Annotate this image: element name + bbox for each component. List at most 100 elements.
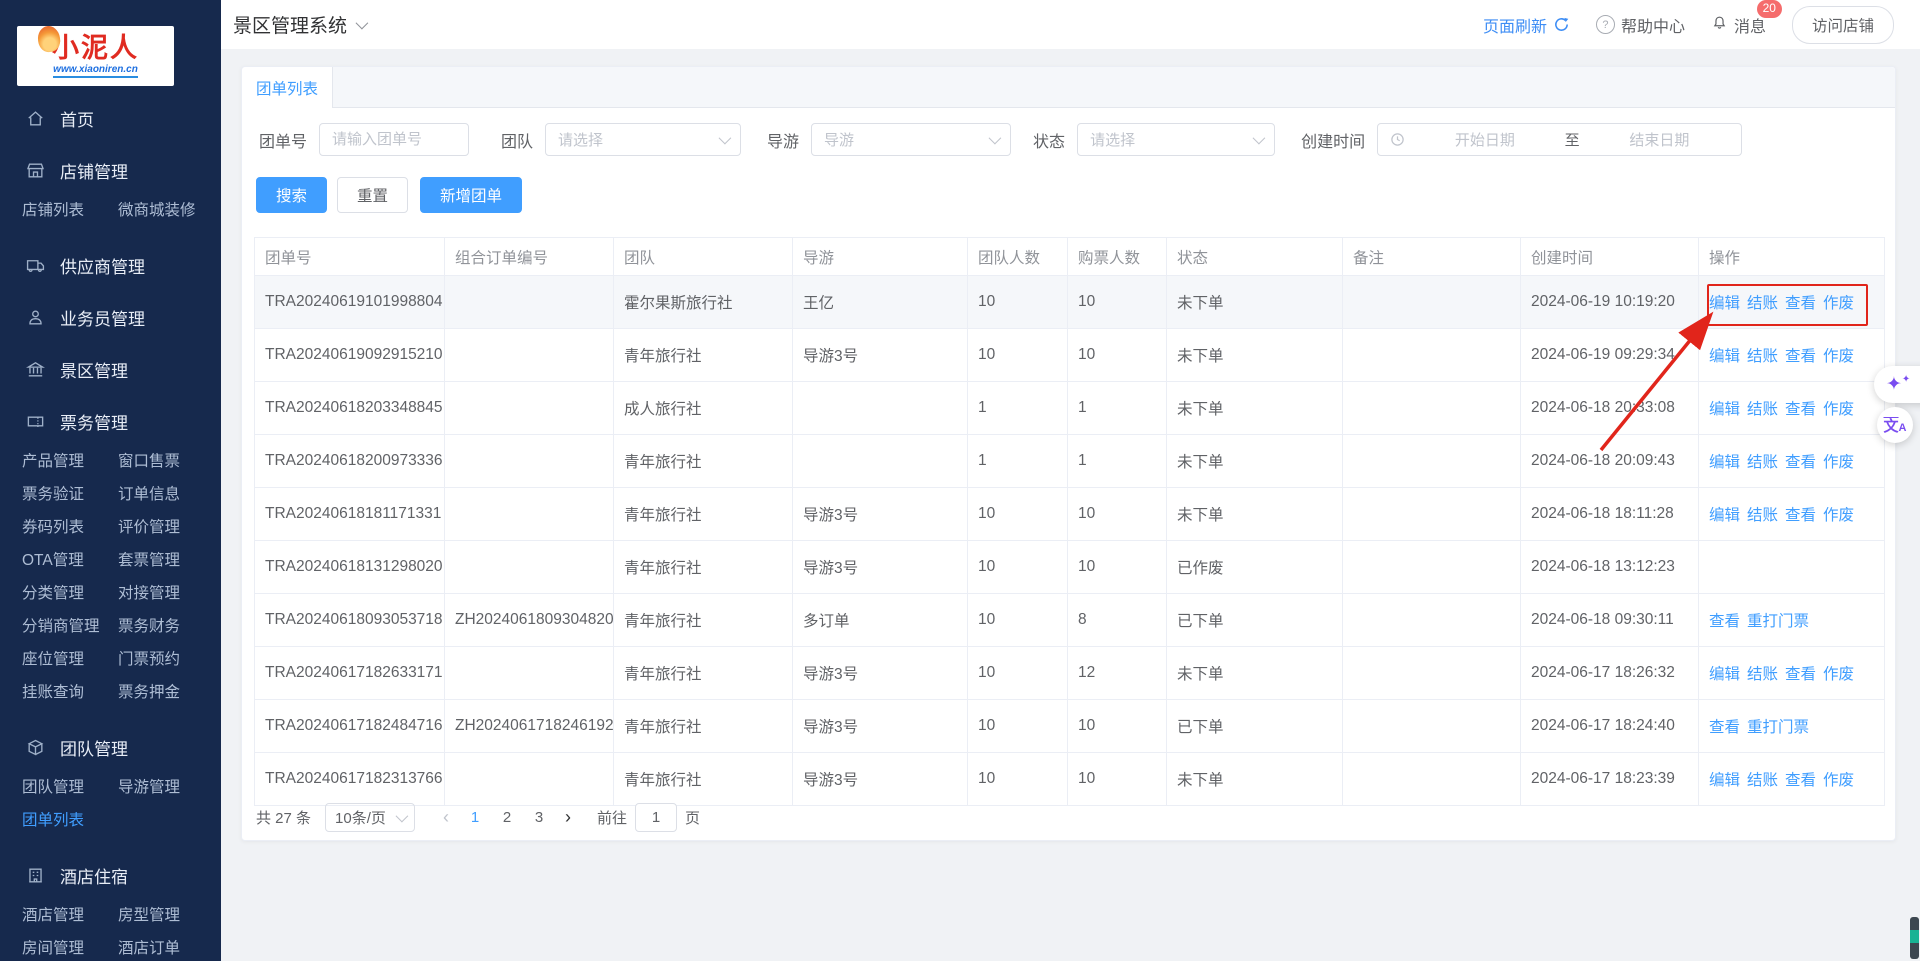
action-void[interactable]: 作废 [1823, 503, 1854, 525]
sidebar-item[interactable]: 票务验证 [22, 482, 118, 504]
action-settle[interactable]: 结账 [1747, 344, 1778, 366]
sidebar-item[interactable]: 店铺列表 [22, 198, 118, 220]
reset-button[interactable]: 重置 [337, 177, 408, 213]
page-number-1[interactable]: 1 [459, 805, 491, 830]
action-edit[interactable]: 编辑 [1709, 291, 1740, 313]
refresh-button[interactable]: 页面刷新 [1483, 13, 1570, 37]
sidebar-item[interactable]: 微商城装修 [118, 198, 221, 220]
action-void[interactable]: 作废 [1823, 450, 1854, 472]
sidebar-item[interactable]: 门票预约 [118, 647, 221, 669]
cell-remark [1343, 276, 1521, 328]
sidebar-nav: 首页店铺管理店铺列表微商城装修供应商管理业务员管理景区管理票务管理产品管理窗口售… [0, 94, 221, 961]
sidebar-item[interactable]: 产品管理 [22, 449, 118, 471]
cell-status: 已作废 [1167, 541, 1343, 593]
action-settle[interactable]: 结账 [1747, 662, 1778, 684]
action-edit[interactable]: 编辑 [1709, 397, 1740, 419]
sidebar-item[interactable]: 房型管理 [118, 903, 221, 925]
page-number-2[interactable]: 2 [491, 805, 523, 830]
next-page-button[interactable]: › [555, 807, 581, 828]
action-void[interactable]: 作废 [1823, 397, 1854, 419]
sidebar-item[interactable]: 订单信息 [118, 482, 221, 504]
sidebar-section-ticket[interactable]: 票务管理 [26, 409, 221, 433]
action-view[interactable]: 查看 [1785, 768, 1816, 790]
sidebar-section-truck[interactable]: 供应商管理 [26, 253, 221, 277]
action-view[interactable]: 查看 [1785, 503, 1816, 525]
translate-button[interactable]: 文A [1877, 407, 1913, 443]
team-select[interactable]: 请选择 [545, 123, 741, 156]
sidebar-item[interactable]: 窗口售票 [118, 449, 221, 471]
status-select[interactable]: 请选择 [1077, 123, 1275, 156]
action-edit[interactable]: 编辑 [1709, 662, 1740, 684]
created-time-range-picker[interactable]: 开始日期 至 结束日期 [1377, 123, 1742, 156]
sidebar-item[interactable]: 房间管理 [22, 936, 118, 958]
action-settle[interactable]: 结账 [1747, 397, 1778, 419]
sidebar-item[interactable]: 分销商管理 [22, 614, 118, 636]
goto-page-input[interactable] [635, 803, 677, 832]
sidebar-item[interactable]: 酒店管理 [22, 903, 118, 925]
sidebar-section-hotel[interactable]: 酒店住宿 [26, 863, 221, 887]
action-view[interactable]: 查看 [1785, 450, 1816, 472]
action-edit[interactable]: 编辑 [1709, 768, 1740, 790]
sidebar-item[interactable]: 券码列表 [22, 515, 118, 537]
action-view[interactable]: 查看 [1785, 662, 1816, 684]
action-void[interactable]: 作废 [1823, 662, 1854, 684]
sidebar-item[interactable]: 分类管理 [22, 581, 118, 603]
action-settle[interactable]: 结账 [1747, 450, 1778, 472]
sidebar-section-user[interactable]: 业务员管理 [26, 305, 221, 329]
status-label: 状态 [1033, 128, 1065, 152]
help-center-button[interactable]: ? 帮助中心 [1596, 13, 1685, 37]
cell-remark [1343, 435, 1521, 487]
add-group-order-button[interactable]: 新增团单 [420, 177, 522, 213]
sidebar-item[interactable]: 套票管理 [118, 548, 221, 570]
scrollbar-thumb[interactable] [1910, 917, 1919, 959]
sidebar-item[interactable]: 座位管理 [22, 647, 118, 669]
sidebar-item[interactable]: 挂账查询 [22, 680, 118, 702]
cell-team-size: 10 [968, 276, 1068, 328]
action-edit[interactable]: 编辑 [1709, 503, 1740, 525]
action-void[interactable]: 作废 [1823, 291, 1854, 313]
cell-guide: 多订单 [793, 594, 968, 646]
sidebar-item[interactable]: OTA管理 [22, 548, 118, 570]
action-view[interactable]: 查看 [1709, 609, 1740, 631]
prev-page-button[interactable]: ‹ [433, 807, 459, 828]
action-reprint-ticket[interactable]: 重打门票 [1747, 609, 1809, 631]
action-settle[interactable]: 结账 [1747, 503, 1778, 525]
search-button[interactable]: 搜索 [256, 177, 327, 213]
action-view[interactable]: 查看 [1785, 291, 1816, 313]
guide-select[interactable]: 导游 [811, 123, 1011, 156]
cell-created-at: 2024-06-18 18:11:28 [1521, 488, 1699, 540]
sidebar-item[interactable]: 导游管理 [118, 775, 221, 797]
action-view[interactable]: 查看 [1785, 397, 1816, 419]
action-view[interactable]: 查看 [1709, 715, 1740, 737]
sidebar-section-shop[interactable]: 店铺管理 [26, 158, 221, 182]
sidebar-item[interactable]: 票务押金 [118, 680, 221, 702]
logo[interactable]: 小泥人 www.xiaoniren.cn [17, 26, 174, 86]
action-void[interactable]: 作废 [1823, 344, 1854, 366]
action-edit[interactable]: 编辑 [1709, 344, 1740, 366]
sidebar-item[interactable]: 团单列表 [22, 808, 118, 830]
truck-icon [26, 256, 45, 275]
sidebar-section-bank[interactable]: 景区管理 [26, 357, 221, 381]
sidebar-section-home[interactable]: 首页 [26, 106, 221, 130]
sidebar-item[interactable]: 评价管理 [118, 515, 221, 537]
ai-assistant-button[interactable]: ✦✦ [1874, 366, 1920, 403]
action-settle[interactable]: 结账 [1747, 291, 1778, 313]
page-size-select[interactable]: 10条/页 [325, 803, 415, 832]
page-number-3[interactable]: 3 [523, 805, 555, 830]
sidebar-section-box[interactable]: 团队管理 [26, 735, 221, 759]
messages-button[interactable]: 消息 20 [1711, 13, 1766, 37]
sidebar-item[interactable]: 酒店订单 [118, 936, 221, 958]
action-view[interactable]: 查看 [1785, 344, 1816, 366]
order-no-input[interactable] [319, 123, 469, 156]
cell-ticket-count: 10 [1068, 488, 1167, 540]
tab-group-order-list[interactable]: 团单列表 [242, 67, 333, 108]
action-void[interactable]: 作废 [1823, 768, 1854, 790]
action-edit[interactable]: 编辑 [1709, 450, 1740, 472]
sidebar-item[interactable]: 对接管理 [118, 581, 221, 603]
action-settle[interactable]: 结账 [1747, 768, 1778, 790]
app-title[interactable]: 景区管理系统 [233, 11, 365, 38]
visit-shop-button[interactable]: 访问店铺 [1792, 6, 1894, 44]
sidebar-item[interactable]: 票务财务 [118, 614, 221, 636]
sidebar-item[interactable]: 团队管理 [22, 775, 118, 797]
action-reprint-ticket[interactable]: 重打门票 [1747, 715, 1809, 737]
